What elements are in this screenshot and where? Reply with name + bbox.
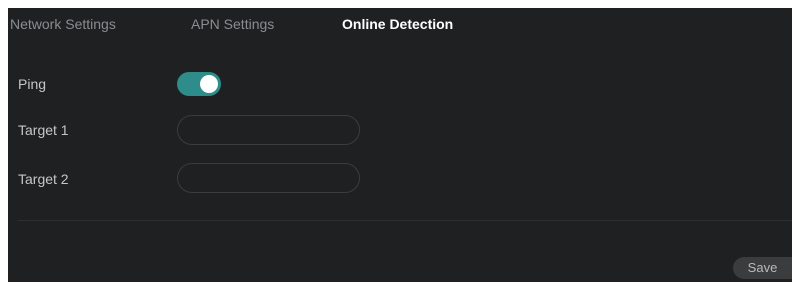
ping-label: Ping xyxy=(18,76,47,92)
target-1-input[interactable] xyxy=(177,115,360,145)
online-detection-panel: Network Settings APN Settings Online Det… xyxy=(8,8,792,282)
save-button[interactable]: Save xyxy=(733,257,792,279)
target-1-label: Target 1 xyxy=(18,122,69,138)
tab-apn-settings[interactable]: APN Settings xyxy=(191,15,274,33)
target-2-input[interactable] xyxy=(177,163,360,193)
divider xyxy=(18,220,792,221)
tab-online-detection[interactable]: Online Detection xyxy=(342,15,453,33)
tab-network-settings[interactable]: Network Settings xyxy=(10,15,116,33)
ping-toggle[interactable] xyxy=(177,72,221,96)
target-2-label: Target 2 xyxy=(18,171,69,187)
toggle-knob xyxy=(200,75,218,93)
settings-tabs: Network Settings APN Settings Online Det… xyxy=(8,8,792,40)
